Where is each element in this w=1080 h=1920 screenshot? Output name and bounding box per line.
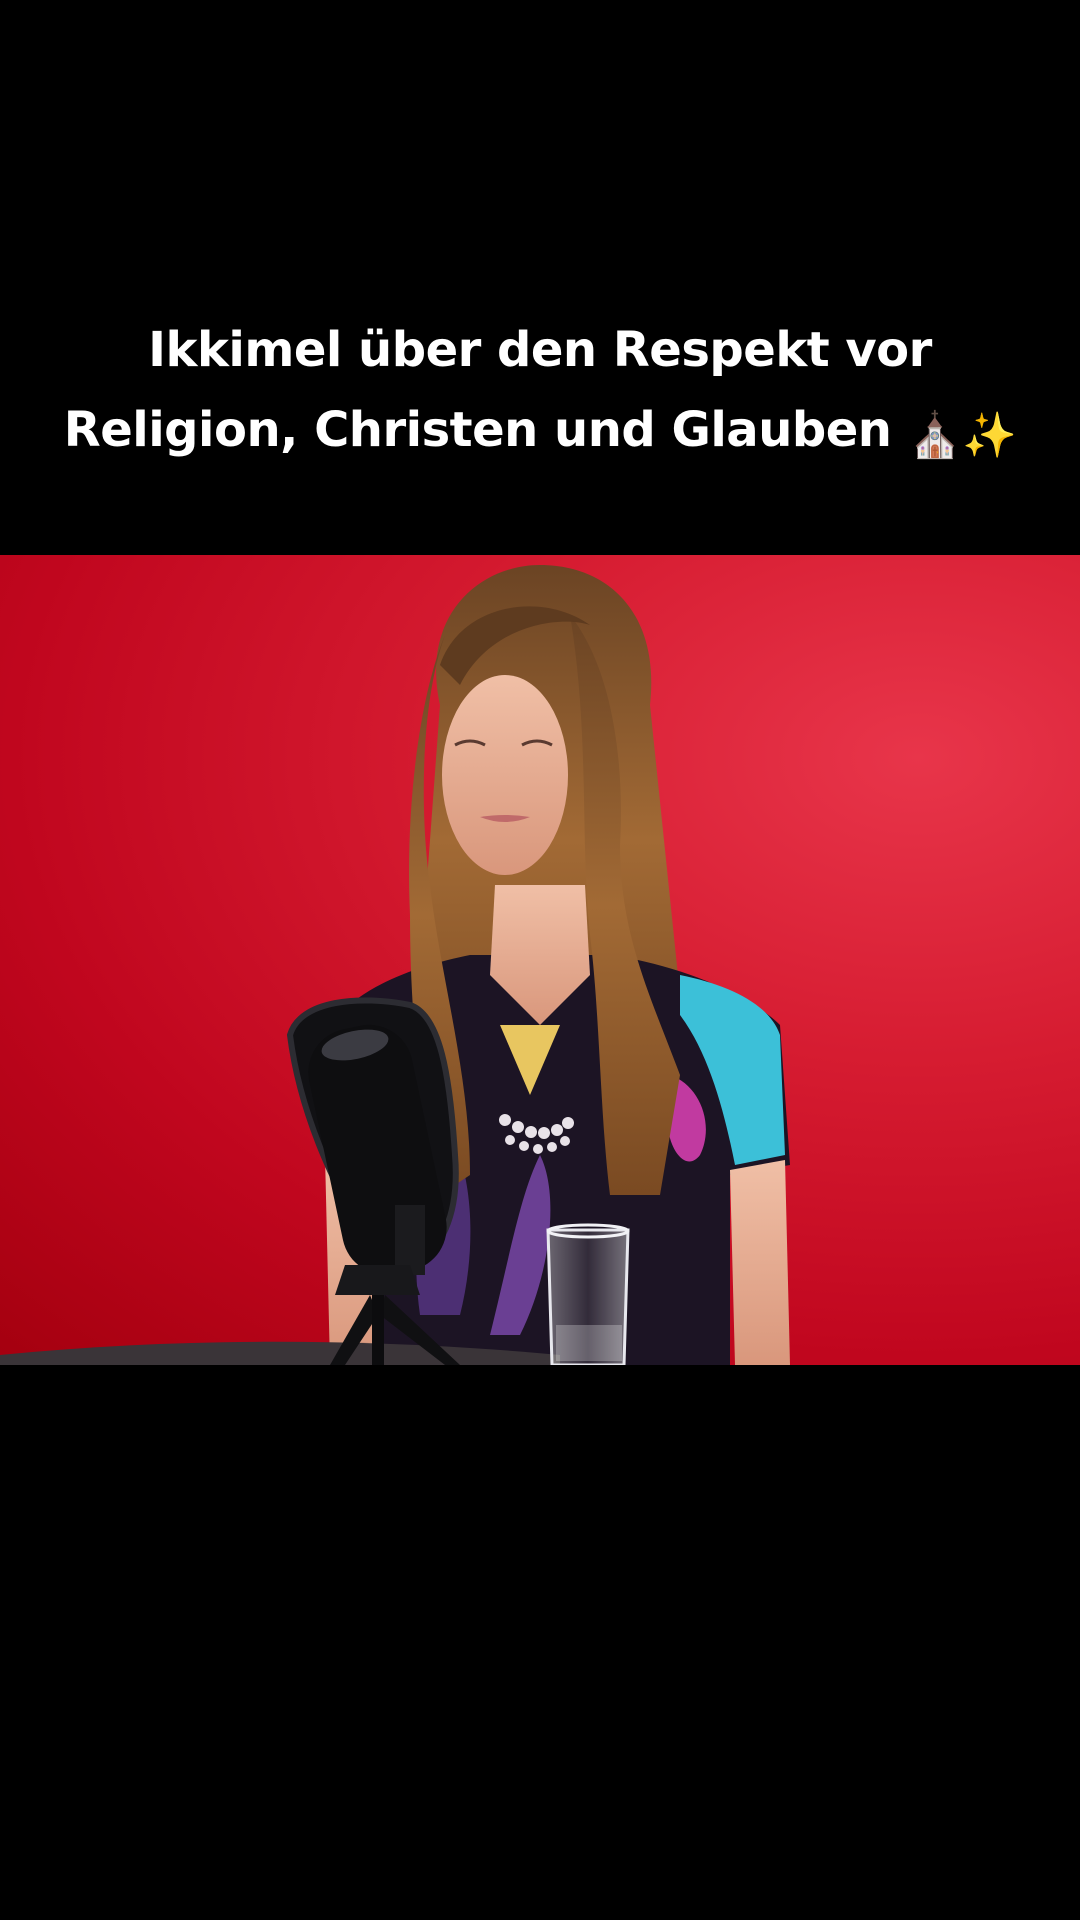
caption-line-2: Religion, Christen und Glauben ⛪✨	[0, 390, 1080, 476]
arm-right	[730, 1160, 790, 1365]
caption-line-1: Ikkimel über den Respekt vor	[148, 322, 932, 378]
video-scene	[0, 565, 790, 1365]
water-glass	[546, 1223, 630, 1365]
church-sparkles-emoji: ⛪✨	[907, 410, 1017, 461]
video-caption: Ikkimel über den Respekt vor Religion, C…	[0, 310, 1080, 476]
caption-line-2-text: Religion, Christen und Glauben	[63, 402, 892, 458]
video-frame[interactable]	[0, 555, 1080, 1365]
face	[442, 675, 568, 875]
